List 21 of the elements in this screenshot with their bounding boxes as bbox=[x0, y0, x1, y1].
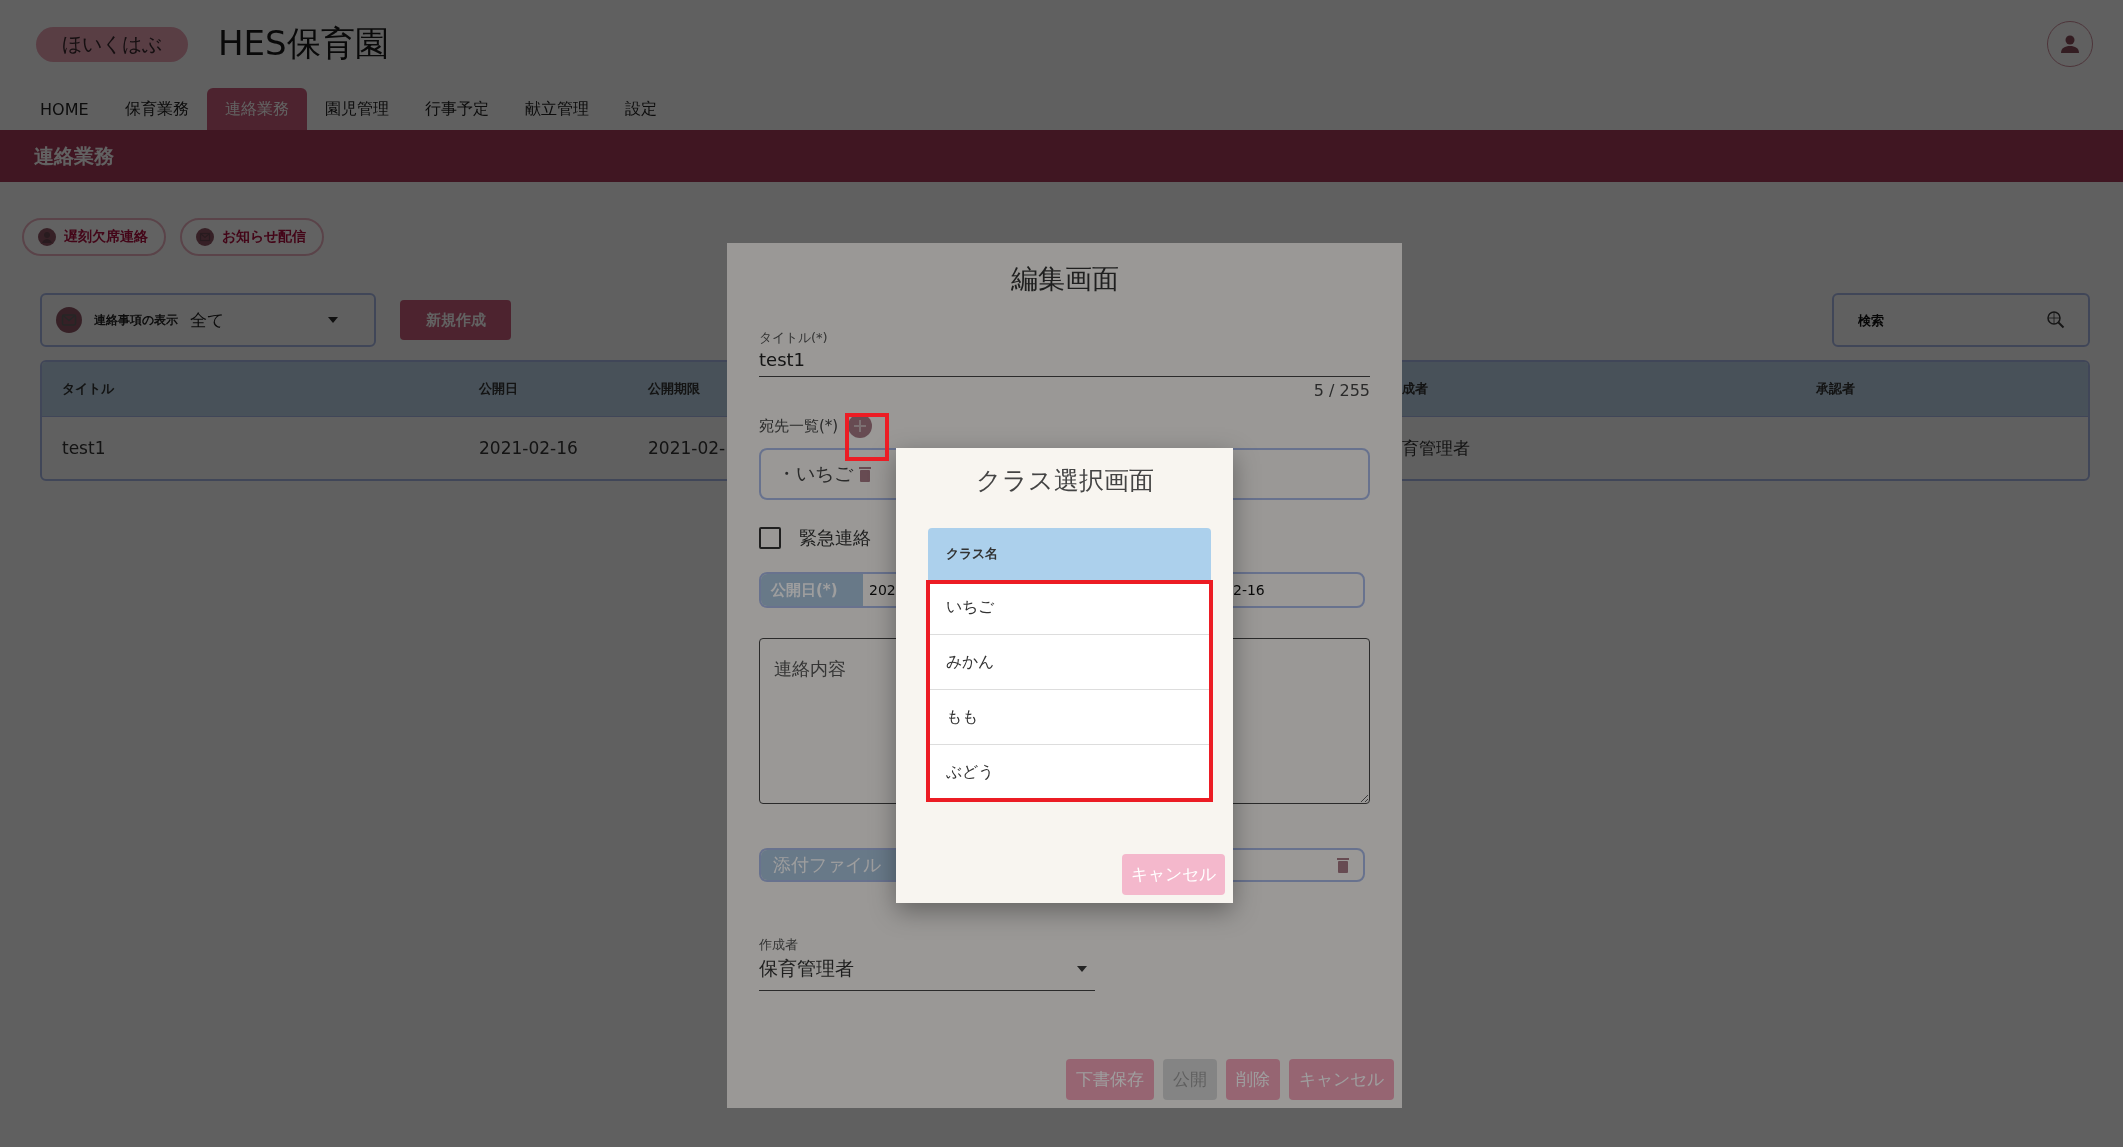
page-title: 連絡業務 bbox=[34, 142, 114, 170]
logo: ほいくはぶ bbox=[36, 26, 188, 62]
field-label: タイトル(*) bbox=[759, 329, 829, 347]
column-header: タイトル bbox=[62, 380, 114, 398]
dialog-title: 編集画面 bbox=[1009, 262, 1120, 296]
table-cell: 2021-02- bbox=[648, 438, 726, 458]
recipient-tag: ・いちご bbox=[777, 461, 853, 487]
column-header: 公開日 bbox=[479, 380, 518, 398]
checkbox-label: 緊急連絡 bbox=[799, 526, 871, 550]
column-header: 成者 bbox=[1402, 380, 1428, 398]
table-cell: 2021-02-16 bbox=[479, 438, 578, 458]
field-label: 宛先一覧(*) bbox=[759, 416, 839, 436]
table-cell: test1 bbox=[62, 438, 106, 458]
column-header: 公開期限 bbox=[648, 380, 700, 398]
table-cell: 育管理者 bbox=[1402, 436, 1470, 460]
character-counter: 5 / 255 bbox=[1313, 381, 1370, 400]
field-label: 作成者 bbox=[759, 936, 799, 954]
dialog-title: クラス選択画面 bbox=[974, 465, 1155, 497]
site-title: HES保育園 bbox=[218, 22, 389, 65]
column-header: 承認者 bbox=[1816, 380, 1855, 398]
column-header: クラス名 bbox=[928, 528, 1211, 580]
